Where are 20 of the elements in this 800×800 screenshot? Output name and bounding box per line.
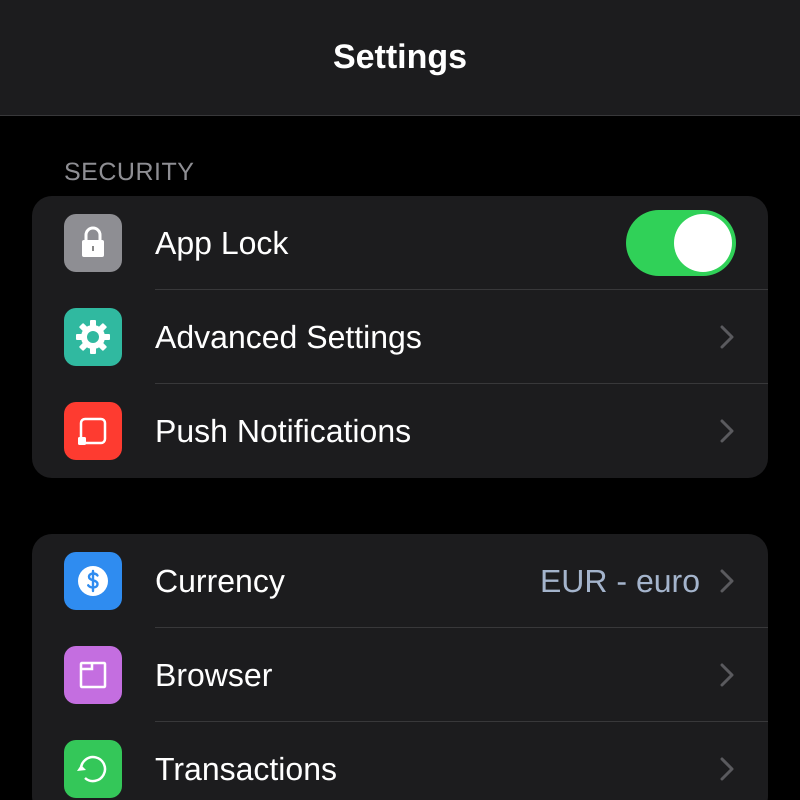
section-heading: SECURITY — [64, 158, 194, 186]
chevron-icon — [720, 757, 734, 781]
chevron-icon — [720, 568, 734, 592]
settings-row[interactable]: Advanced Settings — [32, 290, 768, 384]
chevron-icon — [720, 324, 734, 348]
row-label: App Lock — [155, 224, 290, 263]
row-label: Push Notifications — [155, 412, 412, 451]
row-label: Browser — [155, 656, 274, 694]
settings-row[interactable]: Currency EUR - euro — [32, 534, 768, 628]
settings-row[interactable]: Transactions — [32, 722, 768, 800]
settings-row[interactable]: Browser — [32, 628, 768, 722]
chevron-icon — [720, 419, 734, 443]
settings-row[interactable]: Push Notifications — [32, 384, 768, 478]
row-label: Transactions — [155, 750, 338, 789]
row-value: EUR - euro — [540, 562, 700, 600]
row-label: Currency — [155, 562, 286, 601]
screen-title: Settings — [332, 37, 468, 78]
row-label: Advanced Settings — [155, 318, 423, 357]
chevron-icon — [720, 662, 734, 686]
settings-row[interactable]: App Lock — [32, 196, 768, 290]
